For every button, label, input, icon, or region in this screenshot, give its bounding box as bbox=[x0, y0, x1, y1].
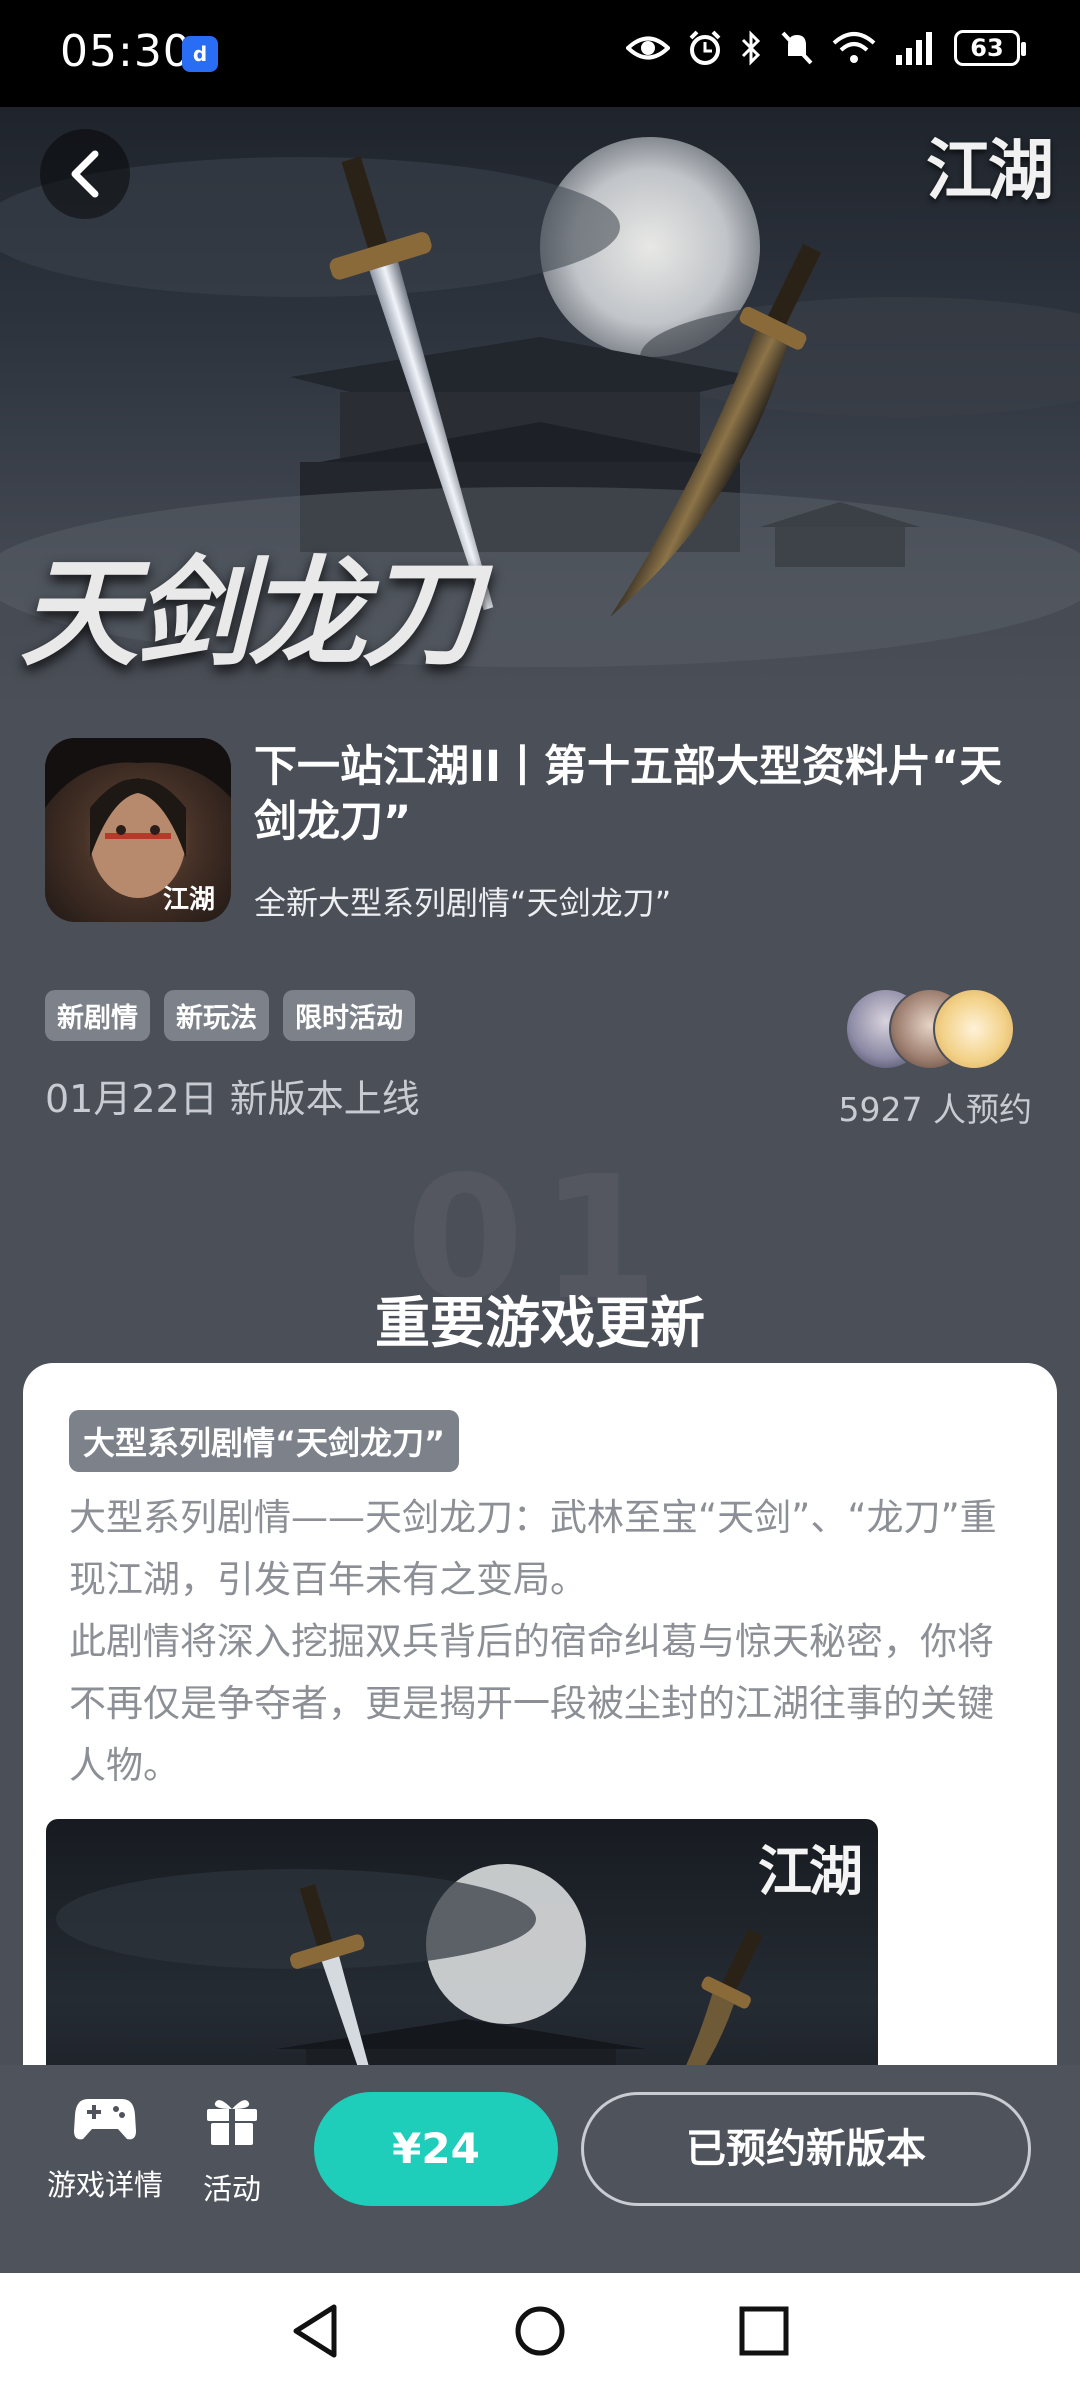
card-paragraph: 此剧情将深入挖掘双兵背后的宿命纠葛与惊天秘密，你将不再仅是争夺者，更是揭开一段被… bbox=[69, 1620, 994, 1787]
wifi-icon bbox=[832, 32, 876, 63]
game-logo: 江湖 bbox=[926, 131, 1054, 209]
nav-home-icon[interactable] bbox=[510, 2301, 570, 2361]
section-title: 重要游戏更新 bbox=[374, 1291, 705, 1355]
release-date: 01月22日 新版本上线 bbox=[45, 1077, 420, 1121]
avatar bbox=[933, 988, 1015, 1070]
system-navigation-bar bbox=[0, 2273, 1080, 2387]
hero-banner: 江湖 天剑龙刀 bbox=[0, 107, 1080, 707]
back-button[interactable] bbox=[40, 129, 130, 219]
game-details-button[interactable]: 游戏详情 bbox=[42, 2093, 168, 2204]
nav-back-icon[interactable] bbox=[286, 2301, 346, 2361]
main-title: 下一站江湖II丨第十五部大型资料片“天剑龙刀” bbox=[254, 742, 1003, 847]
card-paragraph: 大型系列剧情——天剑龙刀：武林至宝“天剑”、“龙刀”重现江湖，引发百年未有之变局… bbox=[69, 1496, 997, 1601]
activity-label: 活动 bbox=[202, 2172, 261, 2206]
alarm-icon bbox=[689, 30, 721, 65]
reserved-button[interactable]: 已预约新版本 bbox=[581, 2092, 1031, 2206]
mute-icon bbox=[781, 31, 813, 65]
gamepad-icon bbox=[74, 2099, 136, 2140]
game-icon: 江湖 bbox=[45, 738, 231, 922]
action-bar: 游戏详情 活动 ¥24 已预约新版本 bbox=[0, 2065, 1080, 2273]
bluetooth-icon bbox=[741, 30, 761, 66]
hero-title: 天剑龙刀 bbox=[20, 543, 480, 682]
reservation-count: 5927 人预约 bbox=[838, 1090, 1032, 1129]
status-time: 05:30 bbox=[60, 26, 192, 77]
card-badge: 大型系列剧情“天剑龙刀” bbox=[69, 1410, 460, 1472]
card-image-logo: 江湖 bbox=[758, 1839, 863, 1903]
update-card: 大型系列剧情“天剑龙刀” 大型系列剧情——天剑龙刀：武林至宝“天剑”、“龙刀”重… bbox=[23, 1363, 1057, 2119]
nav-recents-icon[interactable] bbox=[734, 2301, 794, 2361]
svg-text:江湖: 江湖 bbox=[163, 885, 215, 915]
reserver-avatars bbox=[845, 988, 1015, 1070]
chevron-left-icon bbox=[71, 150, 99, 198]
price-button[interactable]: ¥24 bbox=[314, 2092, 558, 2206]
tag-new-gameplay: 新玩法 bbox=[164, 990, 269, 1041]
battery-indicator: 63 bbox=[954, 30, 1026, 66]
gift-icon bbox=[207, 2100, 257, 2145]
eye-icon bbox=[626, 36, 670, 60]
game-details-label: 游戏详情 bbox=[46, 2168, 163, 2202]
tag-list: 新剧情 新玩法 限时活动 bbox=[45, 990, 415, 1041]
activity-button[interactable]: 活动 bbox=[196, 2093, 268, 2208]
status-bar: 05:30 d 63 bbox=[0, 0, 1080, 107]
app-notification-icon: d bbox=[182, 36, 218, 72]
card-description: 大型系列剧情——天剑龙刀：武林至宝“天剑”、“龙刀”重现江湖，引发百年未有之变局… bbox=[69, 1487, 1029, 1797]
signal-icon bbox=[896, 32, 932, 65]
subtitle: 全新大型系列剧情“天剑龙刀” bbox=[254, 884, 672, 922]
status-icons: 63 bbox=[626, 30, 1026, 66]
tag-limited-event: 限时活动 bbox=[283, 990, 415, 1041]
tag-new-story: 新剧情 bbox=[45, 990, 150, 1041]
